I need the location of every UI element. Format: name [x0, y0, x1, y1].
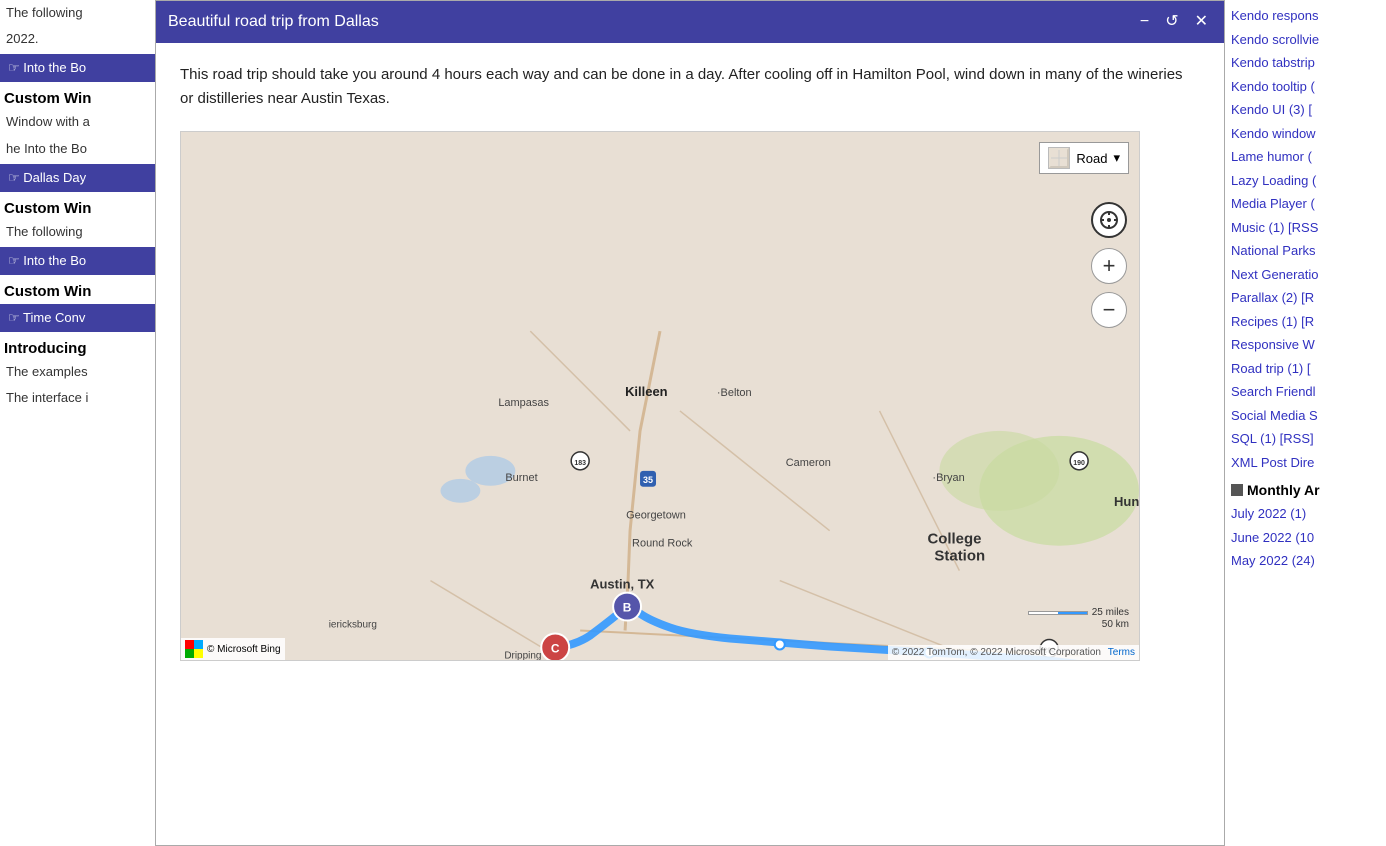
into-bo-btn-2[interactable]: ☞ Into the Bo	[0, 247, 155, 275]
into-bo-btn-1[interactable]: ☞ Into the Bo	[0, 54, 155, 82]
dialog-content: This road trip should take you around 4 …	[156, 43, 1224, 845]
svg-text:Killeen: Killeen	[625, 384, 668, 399]
right-link-item[interactable]: Lame humor (	[1225, 145, 1386, 169]
year-text: 2022.	[0, 26, 155, 52]
right-link-item[interactable]: Kendo tabstrip	[1225, 51, 1386, 75]
locate-button[interactable]	[1091, 202, 1127, 238]
right-link-item[interactable]: Recipes (1) [R	[1225, 310, 1386, 334]
right-link-item[interactable]: National Parks	[1225, 239, 1386, 263]
svg-text:·Bryan: ·Bryan	[932, 472, 964, 484]
terms-link[interactable]: Terms	[1108, 647, 1135, 658]
right-link-item[interactable]: Next Generatio	[1225, 263, 1386, 287]
following-text: The following	[0, 219, 155, 245]
right-link-item[interactable]: Kendo respons	[1225, 4, 1386, 28]
dialog-title: Beautiful road trip from Dallas	[168, 13, 379, 31]
monthly-heading: Monthly Ar	[1225, 474, 1386, 502]
svg-text:College: College	[927, 531, 981, 548]
svg-text:C: C	[551, 641, 560, 655]
refresh-button[interactable]: ↺	[1161, 12, 1182, 32]
svg-text:Dripping: Dripping	[504, 650, 541, 660]
left-sidebar: The following 2022. ☞ Into the Bo Custom…	[0, 0, 155, 846]
svg-text:190: 190	[1073, 460, 1085, 467]
svg-text:183: 183	[574, 460, 586, 467]
into-text: he Into the Bo	[0, 136, 155, 162]
dialog-window: Beautiful road trip from Dallas − ↺ ✕ Th…	[155, 0, 1225, 846]
right-link-item[interactable]: SQL (1) [RSS]	[1225, 427, 1386, 451]
custom-win-3: Custom Win	[0, 277, 155, 302]
custom-win-1: Custom Win	[0, 84, 155, 109]
dialog-description: This road trip should take you around 4 …	[180, 63, 1200, 111]
right-link-item[interactable]: Media Player (	[1225, 192, 1386, 216]
svg-text:Burnet: Burnet	[505, 472, 537, 484]
dallas-day-btn[interactable]: ☞ Dallas Day	[0, 164, 155, 192]
calendar-icon	[1231, 484, 1243, 496]
right-link-item[interactable]: Lazy Loading (	[1225, 169, 1386, 193]
svg-text:Lampasas: Lampasas	[498, 397, 549, 409]
right-link-item[interactable]: Search Friendl	[1225, 380, 1386, 404]
monthly-link-item[interactable]: June 2022 (10	[1225, 526, 1386, 550]
bing-text: © Microsoft Bing	[207, 644, 281, 655]
custom-win-2: Custom Win	[0, 194, 155, 219]
road-dropdown-icon: ▾	[1113, 150, 1120, 166]
intro-text: The following	[0, 0, 155, 26]
svg-text:Round Rock: Round Rock	[632, 538, 693, 550]
zoom-in-button[interactable]: +	[1091, 248, 1127, 284]
svg-text:Cameron: Cameron	[786, 457, 831, 469]
right-link-item[interactable]: Road trip (1) [	[1225, 357, 1386, 381]
road-label: Road	[1076, 151, 1107, 166]
map-container[interactable]: 35 45 10 87 183 190 290	[180, 131, 1140, 661]
svg-text:·Belton: ·Belton	[717, 387, 752, 399]
window-text: Window with a	[0, 109, 155, 135]
right-link-item[interactable]: Kendo tooltip (	[1225, 75, 1386, 99]
svg-text:iericksburg: iericksburg	[329, 620, 377, 631]
right-link-item[interactable]: Responsive W	[1225, 333, 1386, 357]
svg-text:35: 35	[643, 475, 653, 485]
right-link-item[interactable]: Parallax (2) [R	[1225, 286, 1386, 310]
minimize-button[interactable]: −	[1136, 12, 1153, 32]
right-link-item[interactable]: Kendo UI (3) [	[1225, 98, 1386, 122]
zoom-out-button[interactable]: −	[1091, 292, 1127, 328]
right-link-item[interactable]: Kendo scrollvie	[1225, 28, 1386, 52]
road-selector[interactable]: Road ▾	[1039, 142, 1129, 174]
time-conv-btn[interactable]: ☞ Time Conv	[0, 304, 155, 332]
svg-text:B: B	[623, 601, 632, 615]
svg-text:Austin, TX: Austin, TX	[590, 577, 654, 592]
right-link-item[interactable]: Music (1) [RSS	[1225, 216, 1386, 240]
right-sidebar: Kendo responsKendo scrollvieKendo tabstr…	[1225, 0, 1386, 846]
right-link-item[interactable]: Kendo window	[1225, 122, 1386, 146]
examples-text: The examples	[0, 359, 155, 385]
monthly-link-item[interactable]: July 2022 (1)	[1225, 502, 1386, 526]
bing-logo-area: © Microsoft Bing	[181, 638, 285, 660]
dialog-titlebar: Beautiful road trip from Dallas − ↺ ✕	[156, 1, 1224, 43]
svg-text:Huntsville: Huntsville	[1114, 494, 1139, 509]
svg-text:Georgetown: Georgetown	[626, 510, 686, 522]
dialog-controls: − ↺ ✕	[1136, 12, 1212, 32]
right-links-list: Kendo responsKendo scrollvieKendo tabstr…	[1225, 4, 1386, 474]
right-link-item[interactable]: Social Media S	[1225, 404, 1386, 428]
monthly-link-item[interactable]: May 2022 (24)	[1225, 549, 1386, 573]
map-scale: 25 miles 50 km	[1028, 607, 1129, 630]
monthly-links-list: July 2022 (1)June 2022 (10May 2022 (24)	[1225, 502, 1386, 573]
right-link-item[interactable]: XML Post Dire	[1225, 451, 1386, 475]
introducing: Introducing	[0, 334, 155, 359]
close-button[interactable]: ✕	[1191, 12, 1212, 32]
map-copyright: © 2022 TomTom, © 2022 Microsoft Corporat…	[888, 645, 1139, 660]
svg-text:Station: Station	[934, 548, 985, 565]
interface-text: The interface i	[0, 385, 155, 411]
road-map-icon	[1048, 147, 1070, 169]
